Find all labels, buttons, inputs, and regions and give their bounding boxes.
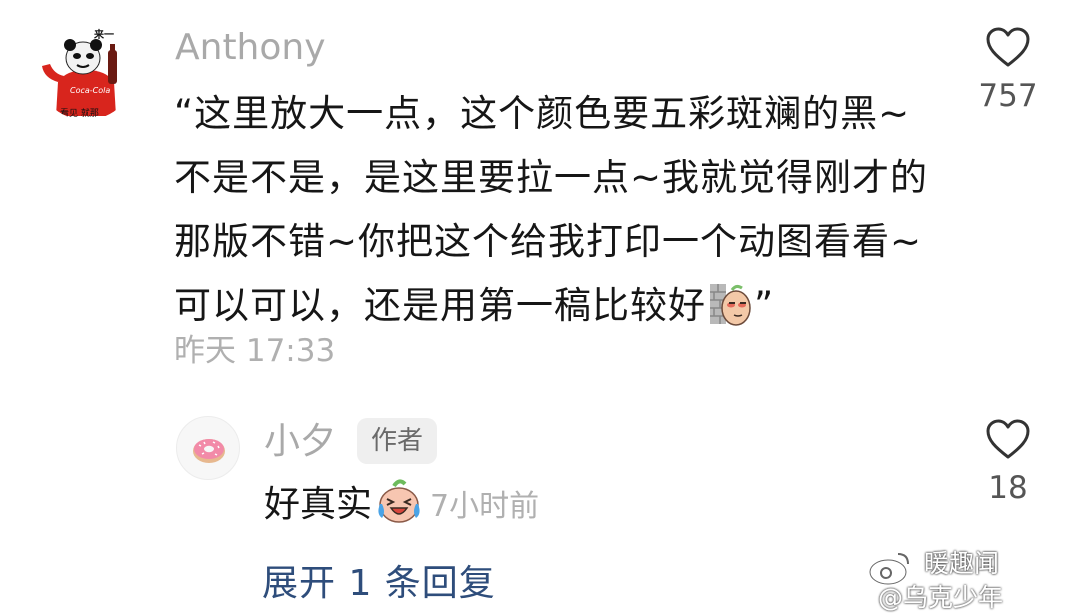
reply-like-count: 18 <box>988 470 1028 506</box>
user-avatar[interactable]: 来一 Coca-Cola 看见 就那 <box>36 20 136 120</box>
heart-icon[interactable] <box>985 26 1031 68</box>
reply-text: 好真实 7小时前 <box>264 474 539 537</box>
panda-meme-avatar-image <box>36 20 136 120</box>
comment-timestamp: 昨天 17:33 <box>174 333 336 369</box>
watermark-line2: @乌克少年 <box>878 583 1004 612</box>
comment-username[interactable]: Anthony <box>175 30 326 66</box>
comment-text-end: ” <box>754 284 775 327</box>
comment-thread: 来一 Coca-Cola 看见 就那 Anthony “这里放大一点，这个颜色要… <box>0 0 1080 615</box>
reply-time: 7小时前 <box>430 489 540 524</box>
reply-like: 18 <box>968 418 1048 506</box>
comment-like: 757 <box>968 26 1048 114</box>
like-count: 757 <box>978 78 1038 114</box>
reply-avatar[interactable] <box>176 416 240 480</box>
avatar-brand-text: Coca-Cola <box>70 86 111 95</box>
expand-replies-link[interactable]: 展开 1 条回复 <box>262 566 496 602</box>
author-badge: 作者 <box>357 418 438 464</box>
avatar-caption-bottom: 看见 就那 <box>60 109 99 119</box>
crying-laughing-emoji-icon <box>372 474 426 528</box>
heart-icon[interactable] <box>985 418 1031 460</box>
donut-avatar-image <box>193 439 225 463</box>
watermark-line1: 暖趣闻 <box>924 549 1000 578</box>
reply-username[interactable]: 小夕 <box>264 424 336 460</box>
avatar-caption-top: 来一 <box>94 30 114 41</box>
comment-text-content: “这里放大一点，这个颜色要五彩斑斓的黑~不是不是，是这里要拉一点~我就觉得刚才的… <box>174 92 929 327</box>
watermark: 暖趣闻 @乌克少年 <box>866 540 1066 612</box>
comment-text: “这里放大一点，这个颜色要五彩斑斓的黑~不是不是，是这里要拉一点~我就觉得刚才的… <box>174 82 944 338</box>
reply-text-content: 好真实 <box>264 484 373 525</box>
peeking-emoji-icon <box>706 280 754 328</box>
